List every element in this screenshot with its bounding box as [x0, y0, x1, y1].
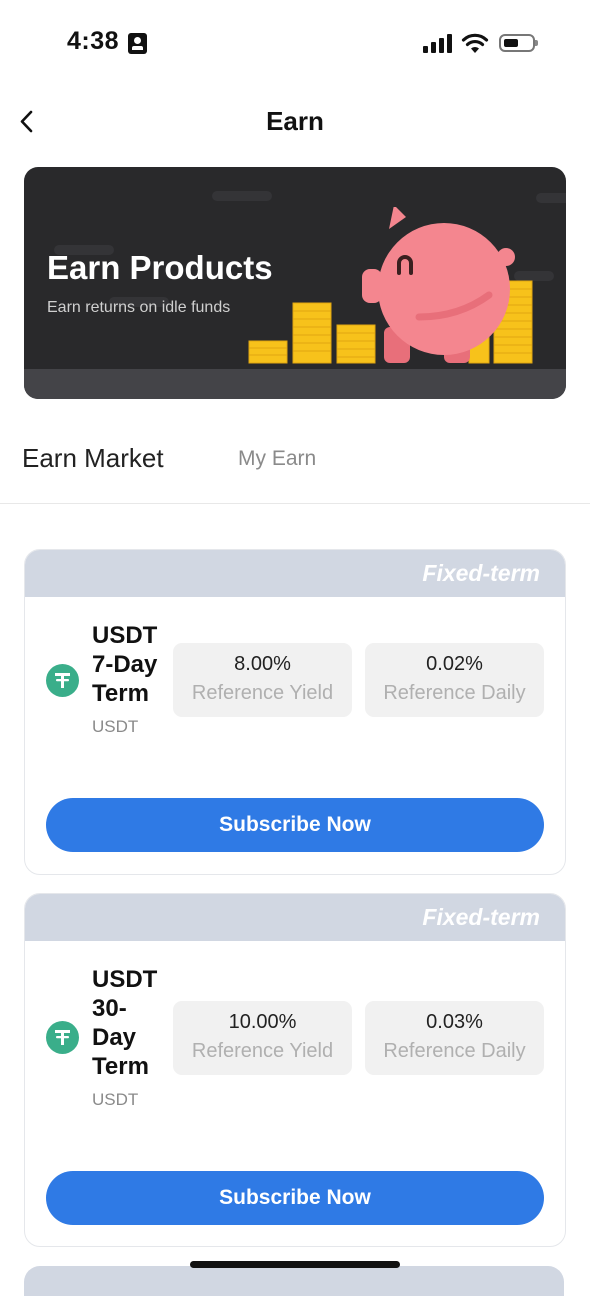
earn-products-banner[interactable]: Earn Products Earn returns on idle funds: [24, 167, 566, 399]
product-name-line: 30-: [92, 995, 127, 1022]
product-name-line: Day: [92, 1024, 137, 1051]
usdt-coin-icon: [46, 1021, 79, 1054]
product-type-badge: Fixed-term: [422, 560, 540, 586]
card-header: Fixed-term: [25, 550, 565, 597]
wifi-icon: [461, 33, 489, 53]
tab-earn-market[interactable]: Earn Market: [22, 443, 164, 474]
piggy-bank-illustration: [248, 207, 533, 364]
reference-yield-label: Reference Yield: [191, 1040, 334, 1062]
reference-yield-value: 10.00%: [228, 1011, 297, 1033]
product-type-badge: Fixed-term: [422, 904, 540, 930]
banner-decoration: [212, 191, 272, 201]
reference-daily-value: 0.02%: [426, 653, 483, 675]
product-name-line: USDT: [92, 966, 158, 993]
product-name-line: Term: [92, 1053, 149, 1080]
reference-daily-box: 0.02% Reference Daily: [365, 643, 544, 717]
status-time: 4:38: [67, 27, 120, 55]
tab-my-earn[interactable]: My Earn: [238, 447, 316, 471]
reference-daily-label: Reference Daily: [383, 682, 526, 704]
subscribe-now-button[interactable]: Subscribe Now: [46, 1171, 544, 1225]
card-header: Fixed-term: [25, 894, 565, 941]
reference-yield-box: 10.00% Reference Yield: [173, 1001, 352, 1075]
reference-daily-label: Reference Daily: [383, 1040, 526, 1062]
product-card-next[interactable]: [24, 1266, 564, 1296]
product-asset: USDT: [92, 1090, 139, 1109]
product-name: USDT 7-Day Term: [92, 621, 182, 708]
tabs-divider: [0, 503, 590, 504]
product-name: USDT 30- Day Term: [92, 965, 182, 1081]
reference-yield-label: Reference Yield: [191, 682, 334, 704]
product-asset: USDT: [92, 717, 139, 736]
banner-subtitle: Earn returns on idle funds: [47, 299, 231, 316]
product-name-line: 7-Day: [92, 651, 158, 678]
contact-card-icon: [128, 33, 147, 54]
page-title: Earn: [266, 106, 324, 136]
usdt-coin-icon: [46, 664, 79, 697]
home-indicator: [190, 1261, 400, 1268]
banner-decoration: [536, 193, 566, 203]
product-name-line: USDT: [92, 622, 158, 649]
banner-title: Earn Products: [47, 249, 273, 286]
reference-daily-value: 0.03%: [426, 1011, 483, 1033]
subscribe-now-button[interactable]: Subscribe Now: [46, 798, 544, 852]
banner-footer-bar: [24, 369, 566, 399]
battery-icon: [499, 34, 538, 52]
product-name-line: Term: [92, 680, 149, 707]
reference-daily-box: 0.03% Reference Daily: [365, 1001, 544, 1075]
reference-yield-value: 8.00%: [234, 653, 291, 675]
cellular-signal-icon: [423, 34, 453, 53]
reference-yield-box: 8.00% Reference Yield: [173, 643, 352, 717]
product-card[interactable]: Fixed-term USDT 30- Day Term USDT 10.00%…: [24, 893, 566, 1247]
product-card[interactable]: Fixed-term USDT 7-Day Term USDT 8.00% Re…: [24, 549, 566, 875]
